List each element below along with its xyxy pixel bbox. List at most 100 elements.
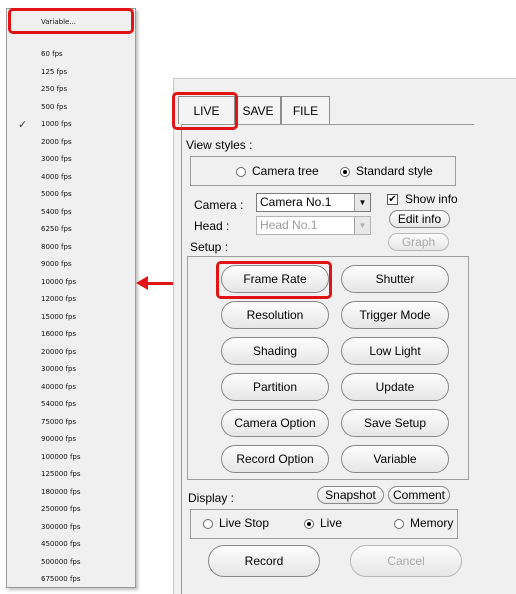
menu-item-fps[interactable]: 250000 fps (7, 501, 135, 518)
menu-item-label: 10000 fps (41, 277, 77, 286)
menu-item-label: 3000 fps (41, 155, 72, 163)
view-styles-label: View styles : (186, 138, 253, 152)
radio-memory[interactable] (394, 519, 404, 529)
menu-item-fps[interactable]: 125000 fps (7, 466, 135, 483)
frame-rate-menu: Variable... 60 fps 125 fps 250 fps 500 fps ✓… (6, 8, 136, 588)
menu-item-fps[interactable]: 90000 fps (7, 431, 135, 448)
menu-item-fps[interactable]: 10000 fps (7, 274, 135, 291)
edit-info-button[interactable]: Edit info (389, 210, 450, 228)
partition-button[interactable]: Partition (221, 373, 329, 401)
edit-info-label: Edit info (397, 212, 442, 226)
radio-live[interactable] (304, 519, 314, 529)
menu-item-label: 1000 fps (41, 120, 72, 128)
radio-standard-style[interactable] (340, 167, 350, 177)
camera-option-button[interactable]: Camera Option (221, 409, 329, 437)
menu-item-fps[interactable]: 3000 fps (7, 151, 135, 168)
menu-item-label: 5000 fps (41, 190, 72, 198)
menu-item-label: 15000 fps (41, 312, 77, 321)
menu-item-fps[interactable]: ✓ 1000 fps (7, 116, 135, 133)
radio-live-stop[interactable] (203, 519, 213, 529)
menu-item-label: 9000 fps (41, 260, 72, 268)
radio-memory-label: Memory (410, 516, 454, 530)
shading-button[interactable]: Shading (221, 337, 329, 365)
cancel-button[interactable]: Cancel (350, 545, 462, 577)
menu-item-fps[interactable]: 2000 fps (7, 134, 135, 151)
record-option-button[interactable]: Record Option (221, 445, 329, 473)
menu-item-label: 30000 fps (41, 365, 77, 373)
record-option-label: Record Option (236, 452, 314, 466)
menu-item-label: 300000 fps (41, 522, 81, 531)
variable-button[interactable]: Variable (341, 445, 449, 473)
menu-item-fps[interactable]: 75000 fps (7, 414, 135, 431)
menu-item-label: 90000 fps (41, 435, 77, 443)
resolution-button[interactable]: Resolution (221, 301, 329, 329)
menu-item-fps[interactable]: 450000 fps (7, 536, 135, 553)
camera-select[interactable]: Camera No.1 ▼ (256, 193, 371, 212)
save-setup-button[interactable]: Save Setup (341, 409, 449, 437)
low-light-button[interactable]: Low Light (341, 337, 449, 365)
menu-item-label: 54000 fps (41, 400, 77, 408)
update-label: Update (375, 380, 415, 394)
menu-item-fps[interactable]: 9000 fps (7, 256, 135, 273)
menu-item-label: 60 fps (41, 50, 63, 58)
menu-item-fps[interactable]: 100000 fps (7, 449, 135, 466)
menu-item-label: 125 fps (41, 67, 68, 76)
trigger-mode-button[interactable]: Trigger Mode (341, 301, 449, 329)
menu-item-fps[interactable]: 500000 fps (7, 554, 135, 571)
menu-item-fps[interactable]: 300000 fps (7, 519, 135, 536)
menu-item-fps[interactable]: 675000 fps (7, 571, 135, 588)
menu-item-label: 2000 fps (41, 137, 72, 146)
menu-item-fps[interactable]: 40000 fps (7, 379, 135, 396)
snapshot-button[interactable]: Snapshot (317, 486, 384, 504)
radio-camera-tree[interactable] (236, 167, 246, 177)
menu-item-label: 250 fps (41, 85, 68, 93)
menu-item-fps[interactable]: 60 fps (7, 46, 135, 63)
check-icon: ✓ (18, 118, 28, 131)
menu-item-fps[interactable]: 180000 fps (7, 484, 135, 501)
menu-item-fps[interactable]: 5400 fps (7, 204, 135, 221)
display-label: Display : (188, 491, 235, 505)
head-select[interactable]: Head No.1 ▼ (256, 216, 371, 235)
radio-live-label: Live (320, 516, 343, 530)
menu-item-label: 12000 fps (41, 295, 77, 303)
camera-option-label: Camera Option (234, 416, 316, 430)
menu-item-fps[interactable]: 500 fps (7, 99, 135, 116)
shutter-button[interactable]: Shutter (341, 265, 449, 293)
menu-item-fps[interactable]: 20000 fps (7, 344, 135, 361)
menu-item-fps[interactable]: 15000 fps (7, 309, 135, 326)
comment-button[interactable]: Comment (388, 486, 450, 504)
show-info-checkbox[interactable]: ✔ (387, 194, 398, 205)
partition-label: Partition (252, 380, 298, 394)
menu-item-fps[interactable]: 30000 fps (7, 361, 135, 378)
menu-item-label: 40000 fps (41, 382, 77, 391)
menu-item-label: 8000 fps (41, 242, 72, 251)
menu-item-fps[interactable]: 54000 fps (7, 396, 135, 413)
menu-item-label: 6250 fps (41, 225, 72, 233)
menu-item-label: 100000 fps (41, 452, 81, 461)
menu-item-label: 675000 fps (41, 575, 81, 583)
menu-item-label: 180000 fps (41, 487, 81, 496)
resolution-label: Resolution (246, 308, 304, 322)
update-button[interactable]: Update (341, 373, 449, 401)
menu-item-fps[interactable]: 12000 fps (7, 291, 135, 308)
head-select-value: Head No.1 (260, 218, 318, 232)
tab-file[interactable]: FILE (281, 96, 330, 124)
record-button[interactable]: Record (208, 545, 320, 577)
trigger-mode-label: Trigger Mode (359, 308, 431, 322)
menu-item-fps[interactable]: 6250 fps (7, 221, 135, 238)
camera-label: Camera : (194, 198, 244, 212)
menu-item-label: 75000 fps (41, 417, 77, 426)
menu-item-fps[interactable]: 5000 fps (7, 186, 135, 203)
menu-item-fps[interactable]: 8000 fps (7, 239, 135, 256)
menu-item-fps[interactable]: 125 fps (7, 64, 135, 81)
menu-item-label: 500000 fps (41, 557, 81, 566)
graph-button[interactable]: Graph (388, 233, 449, 251)
tab-save[interactable]: SAVE (235, 96, 281, 124)
shutter-label: Shutter (375, 272, 415, 286)
head-label: Head : (194, 219, 230, 233)
menu-item-label: 5400 fps (41, 207, 72, 216)
menu-item-fps[interactable]: 250 fps (7, 81, 135, 98)
low-light-label: Low Light (369, 344, 421, 358)
menu-item-fps[interactable]: 16000 fps (7, 326, 135, 343)
menu-item-fps[interactable]: 4000 fps (7, 169, 135, 186)
